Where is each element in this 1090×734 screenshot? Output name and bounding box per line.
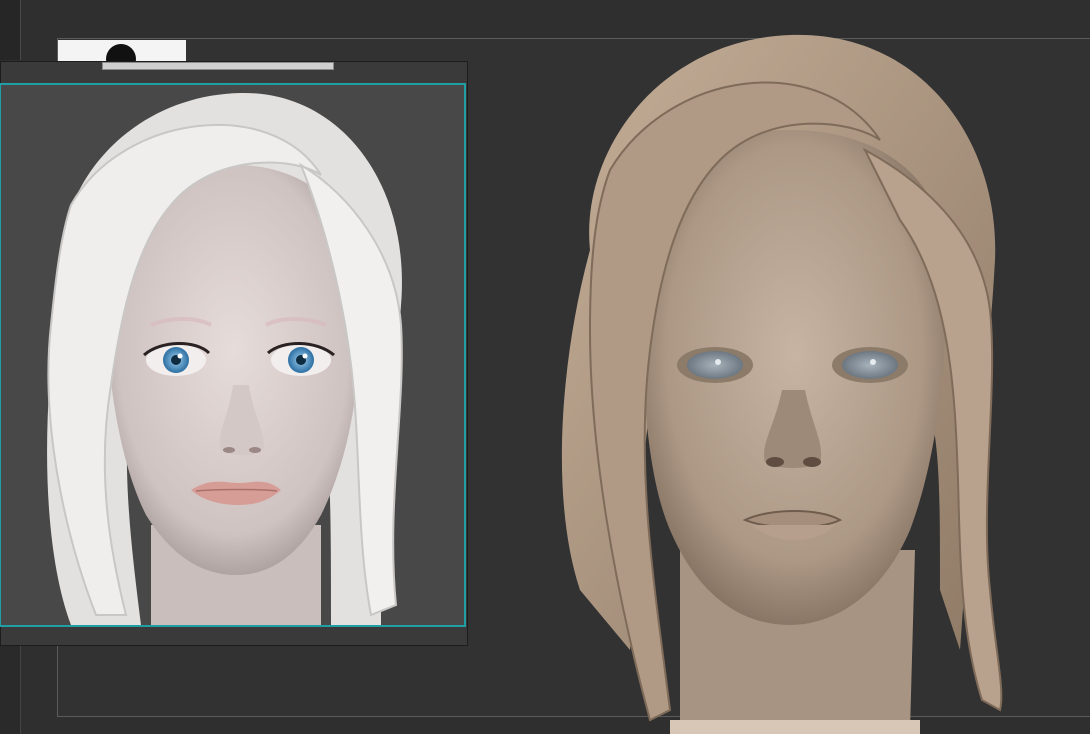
sculpt-model-viewport[interactable]: [520, 30, 1060, 734]
reference-image-viewport[interactable]: [0, 83, 466, 627]
reference-image-panel[interactable]: [0, 61, 468, 646]
sculpt-model-icon: [561, 34, 1003, 734]
reference-panel-title-bar[interactable]: [102, 62, 334, 70]
zbrush-workspace: [0, 0, 1090, 734]
left-tool-strip-lower[interactable]: [0, 640, 21, 734]
left-tool-strip[interactable]: [0, 0, 21, 60]
reference-image-icon: [47, 92, 403, 625]
